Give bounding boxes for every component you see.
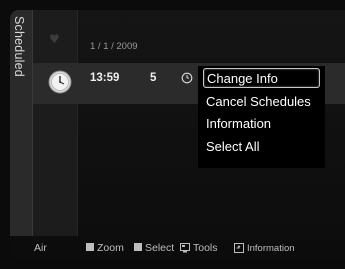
schedule-channel: 5 — [150, 72, 157, 84]
heart-icon: ♥ — [49, 32, 60, 46]
tools-icon — [180, 243, 190, 253]
tools-label: Tools — [193, 242, 218, 254]
schedule-date: 1 / 1 / 2009 — [90, 41, 138, 52]
tools-key[interactable]: Tools — [180, 242, 218, 254]
select-label: Select — [145, 242, 175, 254]
info-icon — [234, 243, 244, 253]
schedule-manager-panel: Scheduled ♥ 1 / 1 / 2009 13:59 5 Change … — [10, 10, 345, 259]
menu-item-information[interactable]: Information — [203, 114, 320, 134]
menu-item-change-info[interactable]: Change Info — [203, 68, 320, 88]
information-key[interactable]: Information — [234, 242, 295, 254]
menu-item-cancel-schedules[interactable]: Cancel Schedules — [203, 92, 320, 112]
clock-icon — [48, 70, 72, 94]
side-tab-label: Scheduled — [12, 16, 26, 77]
zoom-label: Zoom — [97, 242, 124, 254]
tools-popup-menu: Change Info Cancel Schedules Information… — [198, 66, 325, 168]
select-key[interactable]: Select — [134, 242, 174, 254]
small-clock-icon — [181, 72, 193, 84]
square-key-icon — [86, 243, 94, 251]
side-tab-scheduled[interactable]: Scheduled — [10, 10, 33, 236]
information-label: Information — [247, 243, 295, 254]
source-label: Air — [34, 242, 47, 254]
zoom-key[interactable]: Zoom — [86, 242, 124, 254]
footer-bar: Air Zoom Select Tools Information — [10, 236, 345, 259]
square-key-icon — [134, 243, 142, 251]
schedule-time: 13:59 — [90, 72, 120, 84]
menu-item-select-all[interactable]: Select All — [203, 137, 320, 157]
